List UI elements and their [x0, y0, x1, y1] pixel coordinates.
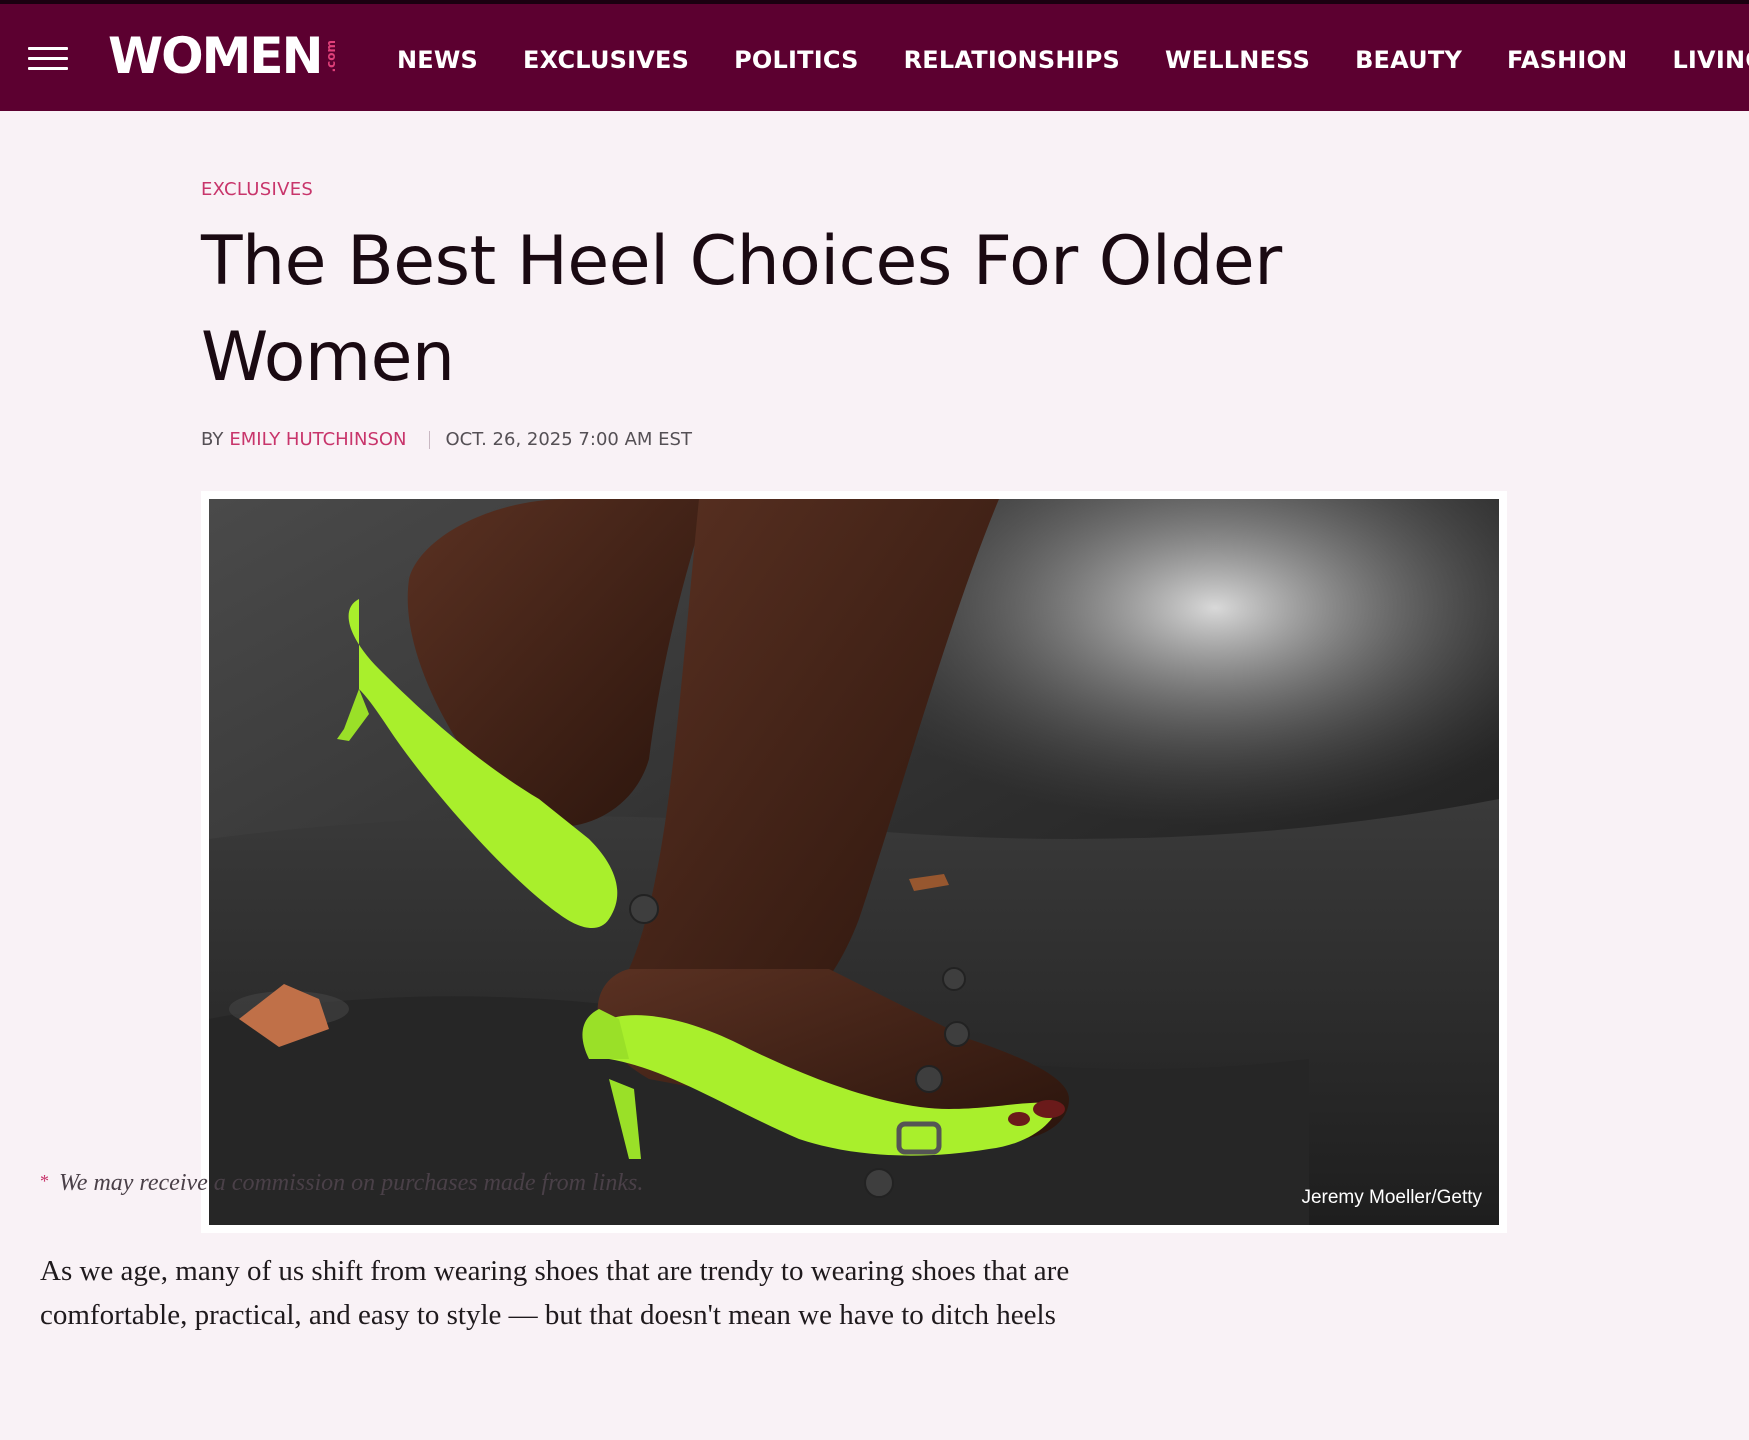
- site-header: WOMEN .com NEWS EXCLUSIVES POLITICS RELA…: [0, 0, 1749, 111]
- byline-prefix: BY: [201, 429, 224, 450]
- disclaimer-text: We may receive a commission on purchases…: [59, 1170, 644, 1196]
- site-logo[interactable]: WOMEN .com: [108, 26, 338, 86]
- nav-item-politics[interactable]: POLITICS: [734, 46, 858, 74]
- nav-item-news[interactable]: NEWS: [397, 46, 478, 74]
- nav-item-relationships[interactable]: RELATIONSHIPS: [904, 46, 1120, 74]
- main-nav: NEWS EXCLUSIVES POLITICS RELATIONSHIPS W…: [397, 4, 1749, 115]
- nav-item-exclusives[interactable]: EXCLUSIVES: [523, 46, 689, 74]
- nav-item-living[interactable]: LIVING: [1672, 46, 1749, 74]
- nav-item-wellness[interactable]: WELLNESS: [1165, 46, 1310, 74]
- article-category-link[interactable]: EXCLUSIVES: [201, 179, 313, 200]
- article-title: The Best Heel Choices For Older Women: [201, 222, 1282, 397]
- hero-figure: Jeremy Moeller/Getty: [201, 491, 1507, 1233]
- image-credit: Jeremy Moeller/Getty: [1301, 1187, 1482, 1208]
- publish-date: OCT. 26, 2025 7:00 AM EST: [445, 429, 692, 450]
- hero-image: Jeremy Moeller/Getty: [209, 499, 1499, 1225]
- affiliate-disclaimer: * We may receive a commission on purchase…: [40, 1170, 643, 1197]
- byline-divider: [428, 430, 430, 449]
- disclaimer-marker: *: [40, 1171, 49, 1191]
- nav-item-fashion[interactable]: FASHION: [1507, 46, 1627, 74]
- nav-item-beauty[interactable]: BEAUTY: [1355, 46, 1462, 74]
- logo-suffix: .com: [324, 39, 339, 73]
- article-body-paragraph: As we age, many of us shift from wearing…: [40, 1255, 1070, 1331]
- menu-icon[interactable]: [28, 47, 68, 71]
- author-link[interactable]: EMILY HUTCHINSON: [229, 429, 406, 450]
- logo-text: WOMEN: [108, 27, 323, 85]
- hero-image-illustration: [209, 499, 1499, 1225]
- byline: BY EMILY HUTCHINSON OCT. 26, 2025 7:00 A…: [201, 429, 692, 450]
